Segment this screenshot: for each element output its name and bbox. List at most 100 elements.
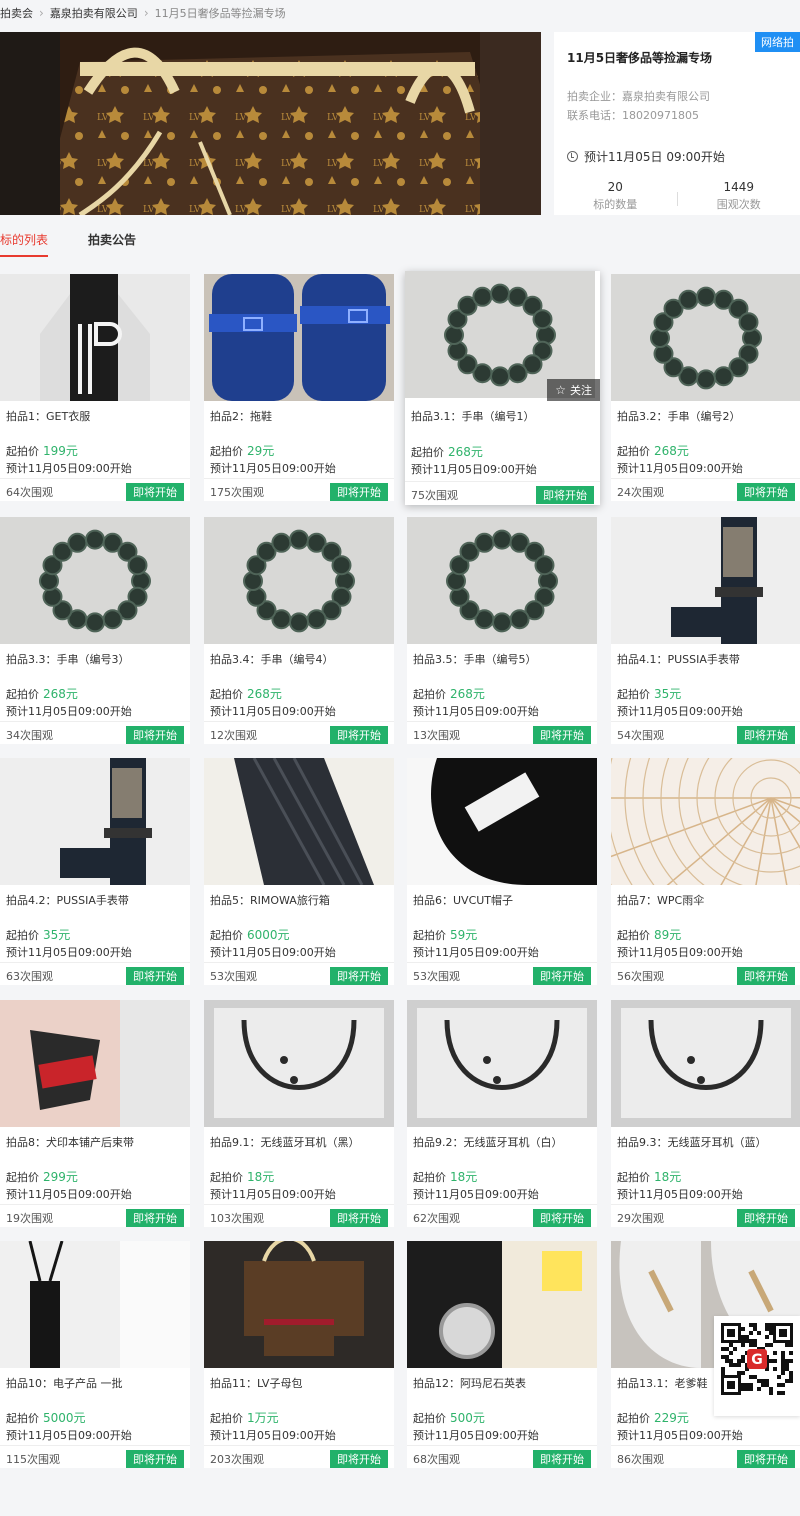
lot-card[interactable]: 拍品3.3：手串（编号3） 起拍价 268元 预计11月05日09:00开始 34…: [0, 517, 190, 744]
lot-title[interactable]: 拍品4.2：PUSSIA手表带: [6, 892, 129, 908]
lot-card[interactable]: 拍品4.2：PUSSIA手表带 起拍价 35元 预计11月05日09:00开始 6…: [0, 758, 190, 985]
start-price-row: 起拍价 35元: [6, 926, 70, 943]
start-price-label: 起拍价: [413, 1171, 446, 1184]
lot-title[interactable]: 拍品8：犬印本铺产后束带: [6, 1134, 134, 1150]
status-badge[interactable]: 即将开始: [126, 1209, 184, 1227]
lot-title[interactable]: 拍品3.3：手串（编号3）: [6, 651, 130, 667]
lot-title[interactable]: 拍品3.1：手串（编号1）: [411, 408, 535, 424]
status-badge[interactable]: 即将开始: [126, 1450, 184, 1468]
follow-button[interactable]: ☆ 关注: [547, 379, 600, 401]
start-price-row: 起拍价 5000元: [6, 1409, 86, 1426]
lot-card[interactable]: 拍品7：WPC雨伞 起拍价 89元 预计11月05日09:00开始 56次围观 即…: [611, 758, 800, 985]
lot-start-time: 预计11月05日09:00开始: [617, 1429, 743, 1442]
status-badge[interactable]: 即将开始: [126, 967, 184, 985]
lot-card[interactable]: 拍品2：拖鞋 起拍价 29元 预计11月05日09:00开始 175次围观 即将开…: [204, 274, 394, 501]
earphones-photo[interactable]: [407, 1000, 597, 1127]
lot-title[interactable]: 拍品9.2：无线蓝牙耳机（白）: [413, 1134, 563, 1150]
status-badge[interactable]: 即将开始: [737, 483, 795, 501]
status-badge[interactable]: 即将开始: [533, 967, 591, 985]
lot-start-time: 预计11月05日09:00开始: [210, 1429, 336, 1442]
lot-title[interactable]: 拍品3.5：手串（编号5）: [413, 651, 537, 667]
earphones-photo[interactable]: [204, 1000, 394, 1127]
bracelet-photo[interactable]: ☆ 关注: [405, 271, 600, 401]
breadcrumb-item-company[interactable]: 嘉泉拍卖有限公司: [50, 5, 138, 21]
lot-title[interactable]: 拍品9.3：无线蓝牙耳机（蓝）: [617, 1134, 767, 1150]
chevron-right-icon: ›: [39, 6, 44, 20]
bracelet-photo[interactable]: [0, 517, 190, 644]
umbrella-photo[interactable]: [611, 758, 800, 885]
status-badge[interactable]: 即将开始: [737, 967, 795, 985]
lot-title[interactable]: 拍品4.1：PUSSIA手表带: [617, 651, 740, 667]
bracelet-photo[interactable]: [204, 517, 394, 644]
lot-card[interactable]: 拍品11：LV子母包 起拍价 1万元 预计11月05日09:00开始 203次围观…: [204, 1241, 394, 1468]
status-badge[interactable]: 即将开始: [533, 1209, 591, 1227]
tab-announcement[interactable]: 拍卖公告: [88, 231, 136, 257]
status-badge[interactable]: 即将开始: [126, 483, 184, 501]
lot-card[interactable]: 拍品9.1：无线蓝牙耳机（黑） 起拍价 18元 预计11月05日09:00开始 1…: [204, 1000, 394, 1227]
status-badge[interactable]: 即将开始: [330, 483, 388, 501]
watch-photo[interactable]: [407, 1241, 597, 1368]
watch-strap-photo[interactable]: [611, 517, 800, 644]
tab-lot-list[interactable]: 标的列表: [0, 231, 49, 257]
lot-card[interactable]: 拍品8：犬印本铺产后束带 起拍价 299元 预计11月05日09:00开始 19次…: [0, 1000, 190, 1227]
lot-card[interactable]: 拍品10：电子产品 一批 起拍价 5000元 预计11月05日09:00开始 11…: [0, 1241, 190, 1468]
watch-strap-photo[interactable]: [0, 758, 190, 885]
start-price-label: 起拍价: [6, 688, 39, 701]
bracelet-photo[interactable]: [407, 517, 597, 644]
start-price-label: 起拍价: [6, 445, 39, 458]
company-name[interactable]: 嘉泉拍卖有限公司: [622, 90, 710, 103]
status-badge[interactable]: 即将开始: [536, 486, 594, 504]
router-photo[interactable]: [0, 1241, 190, 1368]
lot-card[interactable]: ☆ 关注 拍品3.1：手串（编号1） 起拍价 268元 预计11月05日09:00开…: [405, 271, 600, 505]
lot-title[interactable]: 拍品11：LV子母包: [210, 1375, 302, 1391]
lot-card[interactable]: 拍品4.1：PUSSIA手表带 起拍价 35元 预计11月05日09:00开始 5…: [611, 517, 800, 744]
belt-photo[interactable]: [0, 1000, 190, 1127]
lot-title[interactable]: 拍品12：阿玛尼石英表: [413, 1375, 526, 1391]
lot-card[interactable]: 拍品3.4：手串（编号4） 起拍价 268元 预计11月05日09:00开始 12…: [204, 517, 394, 744]
breadcrumb-item-auctions[interactable]: 拍卖会: [0, 5, 33, 21]
status-badge[interactable]: 即将开始: [737, 1209, 795, 1227]
handbag-photo[interactable]: [204, 1241, 394, 1368]
clothing-photo[interactable]: [0, 274, 190, 401]
status-badge[interactable]: 即将开始: [533, 1450, 591, 1468]
lot-title[interactable]: 拍品1：GET衣服: [6, 408, 90, 424]
start-price-row: 起拍价 299元: [6, 1168, 78, 1185]
lot-card[interactable]: 拍品3.5：手串（编号5） 起拍价 268元 预计11月05日09:00开始 13…: [407, 517, 597, 744]
lot-card[interactable]: 拍品6：UVCUT帽子 起拍价 59元 预计11月05日09:00开始 53次围观…: [407, 758, 597, 985]
bracelet-photo[interactable]: [611, 274, 800, 401]
status-badge[interactable]: 即将开始: [126, 726, 184, 744]
qr-code-panel[interactable]: G: [714, 1316, 800, 1416]
lot-card[interactable]: 拍品3.2：手串（编号2） 起拍价 268元 预计11月05日09:00开始 24…: [611, 274, 800, 501]
stat-lot-count: 20 标的数量: [554, 180, 677, 212]
lot-title[interactable]: 拍品2：拖鞋: [210, 408, 272, 424]
start-price-value: 6000元: [247, 928, 290, 942]
status-badge[interactable]: 即将开始: [330, 1209, 388, 1227]
lot-title[interactable]: 拍品9.1：无线蓝牙耳机（黑）: [210, 1134, 360, 1150]
status-badge[interactable]: 即将开始: [330, 967, 388, 985]
lot-card[interactable]: 拍品1：GET衣服 起拍价 199元 预计11月05日09:00开始 64次围观 …: [0, 274, 190, 501]
lot-card[interactable]: 拍品9.2：无线蓝牙耳机（白） 起拍价 18元 预计11月05日09:00开始 6…: [407, 1000, 597, 1227]
breadcrumb-item-current: 11月5日奢侈品等捡漏专场: [154, 7, 286, 20]
lot-title[interactable]: 拍品3.4：手串（编号4）: [210, 651, 334, 667]
suitcase-photo[interactable]: [204, 758, 394, 885]
lot-footer: 68次围观 即将开始: [407, 1445, 597, 1468]
status-badge[interactable]: 即将开始: [330, 1450, 388, 1468]
status-badge[interactable]: 即将开始: [737, 726, 795, 744]
lot-title[interactable]: 拍品3.2：手串（编号2）: [617, 408, 741, 424]
start-price-label: 起拍价: [413, 688, 446, 701]
hat-photo[interactable]: [407, 758, 597, 885]
tab-bar: 标的列表 拍卖公告: [0, 231, 136, 257]
lot-title[interactable]: 拍品10：电子产品 一批: [6, 1375, 123, 1391]
lot-title[interactable]: 拍品7：WPC雨伞: [617, 892, 704, 908]
lot-card[interactable]: 拍品12：阿玛尼石英表 起拍价 500元 预计11月05日09:00开始 68次围…: [407, 1241, 597, 1468]
earphones-photo[interactable]: [611, 1000, 800, 1127]
lot-title[interactable]: 拍品5：RIMOWA旅行箱: [210, 892, 330, 908]
lot-title[interactable]: 拍品13.1：老爹鞋: [617, 1375, 708, 1391]
status-badge[interactable]: 即将开始: [737, 1450, 795, 1468]
slippers-photo[interactable]: [204, 274, 394, 401]
status-badge[interactable]: 即将开始: [330, 726, 388, 744]
lot-card[interactable]: 拍品9.3：无线蓝牙耳机（蓝） 起拍价 18元 预计11月05日09:00开始 2…: [611, 1000, 800, 1227]
lot-card[interactable]: 拍品5：RIMOWA旅行箱 起拍价 6000元 预计11月05日09:00开始 5…: [204, 758, 394, 985]
lot-title[interactable]: 拍品6：UVCUT帽子: [413, 892, 513, 908]
status-badge[interactable]: 即将开始: [533, 726, 591, 744]
